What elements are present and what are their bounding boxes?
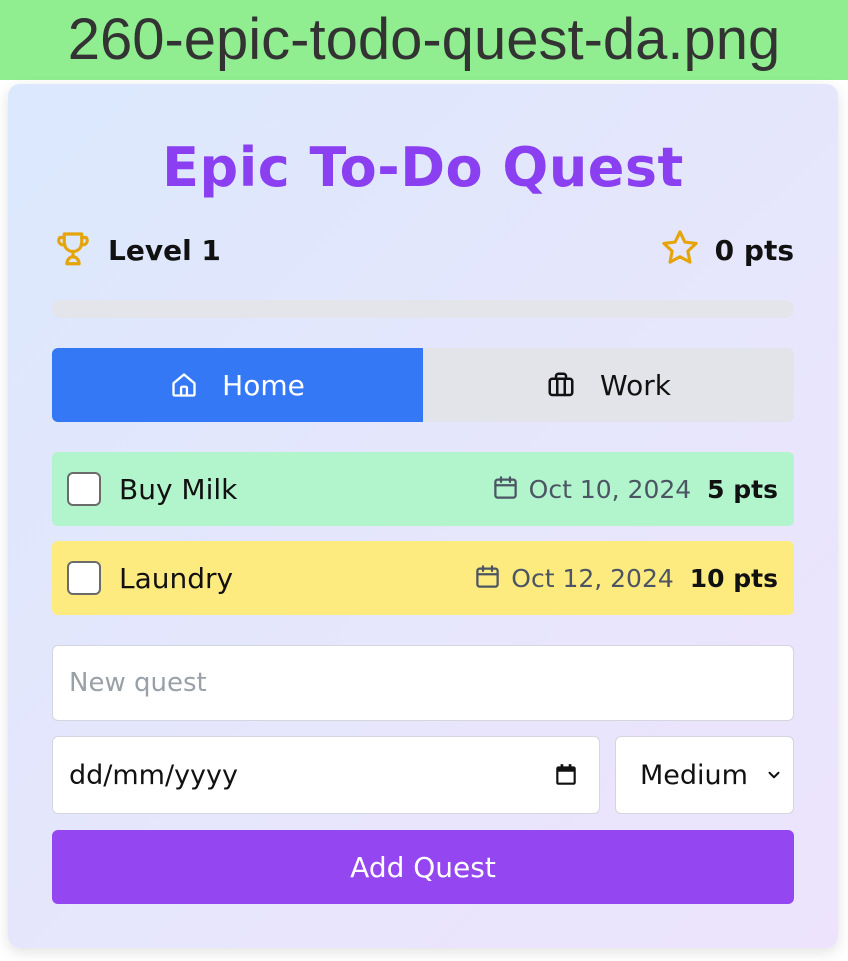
- tab-home-label: Home: [222, 368, 305, 402]
- stats-row: Level 1 0 pts: [52, 228, 794, 272]
- tab-work-label: Work: [600, 368, 671, 402]
- quest-checkbox[interactable]: [67, 561, 101, 595]
- star-icon: [659, 227, 701, 273]
- level-label: Level 1: [108, 233, 221, 267]
- due-date-placeholder: dd/mm/yyyy: [69, 759, 238, 791]
- filename-banner: 260-epic-todo-quest-da.png: [0, 0, 848, 80]
- app-title: Epic To-Do Quest: [162, 136, 684, 199]
- calendar-icon: [474, 563, 501, 594]
- quest-due-date: Oct 12, 2024: [511, 563, 674, 593]
- tab-home[interactable]: Home: [52, 348, 423, 422]
- briefcase-icon: [546, 370, 576, 400]
- due-date-field[interactable]: dd/mm/yyyy: [52, 736, 600, 814]
- home-icon: [170, 371, 198, 399]
- quest-checkbox[interactable]: [67, 472, 101, 506]
- points-label: 0 pts: [714, 233, 794, 267]
- add-quest-button[interactable]: Add Quest: [52, 830, 794, 904]
- level-progress-bar: [52, 300, 794, 318]
- level-indicator: Level 1: [52, 228, 221, 272]
- priority-selected-value: Medium: [640, 759, 748, 791]
- quest-meta: Oct 10, 2024 5 pts: [492, 474, 778, 505]
- chevron-down-icon: [765, 766, 783, 784]
- points-indicator: 0 pts: [659, 228, 794, 272]
- quest-due-date: Oct 10, 2024: [528, 474, 692, 504]
- quest-item: Buy Milk Oct 10, 2024 5 pts: [52, 452, 794, 526]
- category-tabs: Home Work: [52, 348, 794, 422]
- quest-item: Laundry Oct 12, 2024 10 pts: [52, 541, 794, 615]
- quest-card: Epic To-Do Quest Level 1 0 pts Home Work…: [8, 84, 838, 948]
- calendar-picker-icon[interactable]: [553, 762, 579, 788]
- trophy-icon: [52, 227, 94, 273]
- quest-meta: Oct 12, 2024 10 pts: [474, 563, 778, 594]
- new-quest-input[interactable]: [53, 646, 793, 720]
- calendar-icon: [492, 474, 519, 505]
- tab-work[interactable]: Work: [423, 348, 794, 422]
- new-quest-field: [52, 645, 794, 721]
- priority-select[interactable]: Medium: [615, 736, 794, 814]
- quest-name: Laundry: [119, 561, 234, 595]
- quest-points: 10 pts: [689, 563, 778, 593]
- quest-name: Buy Milk: [119, 472, 238, 506]
- quest-points: 5 pts: [707, 474, 778, 504]
